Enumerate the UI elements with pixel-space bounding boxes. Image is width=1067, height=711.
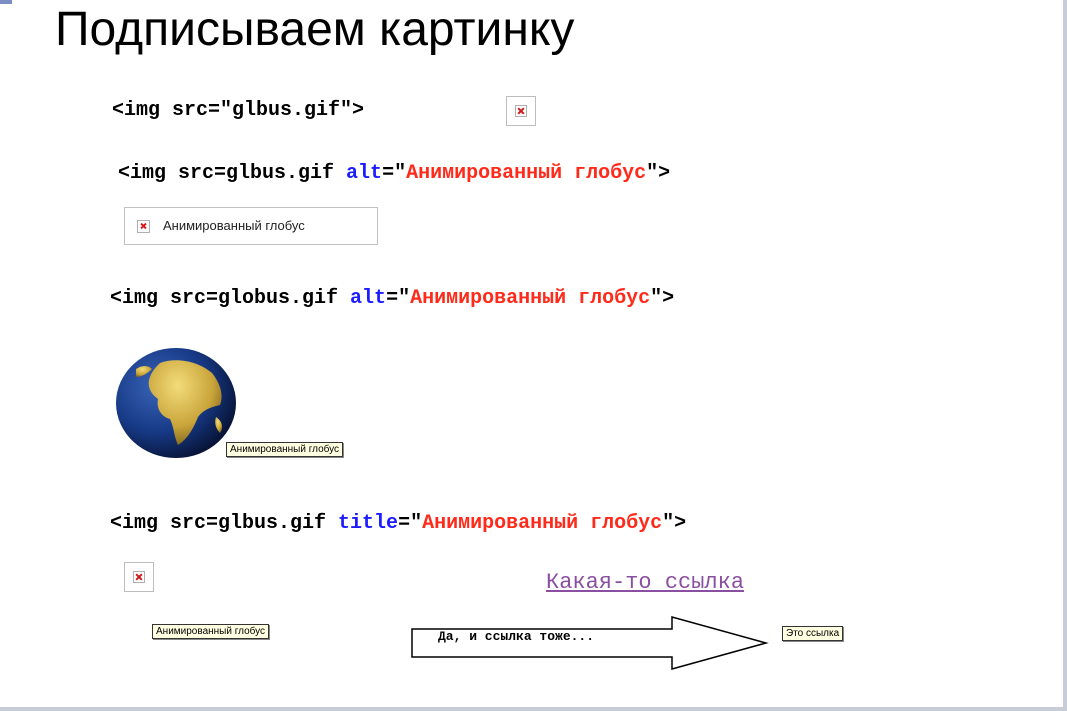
broken-image-placeholder-2 [124, 562, 154, 592]
code-line-2-attr: alt [346, 162, 383, 185]
alt-text-label: Анимированный глобус [163, 218, 305, 233]
broken-image-placeholder-1 [506, 96, 536, 126]
code-line-4-attr: title [338, 512, 399, 535]
code-line-4-eq: =" [398, 512, 423, 535]
code-line-3-attr: alt [350, 287, 387, 310]
code-line-3-close: "> [650, 287, 675, 310]
code-line-2-eq: =" [382, 162, 407, 185]
code-line-4: <img src=glbus.gif title="Анимированный … [110, 512, 686, 535]
code-line-2-value: Анимированный глобус [406, 162, 647, 185]
code-line-3-eq: =" [386, 287, 411, 310]
code-line-4-value: Анимированный глобус [422, 512, 663, 535]
globe-alt-tooltip: Анимированный глобус [226, 442, 344, 457]
code-line-3-tag: <img src=globus.gif [110, 287, 351, 310]
animated-globe-image [116, 348, 236, 458]
arrow-callout-text: Да, и ссылка тоже... [438, 629, 595, 644]
example-link[interactable]: Какая-то ссылка [546, 570, 744, 595]
code-line-2-tag: <img src=glbus.gif [118, 162, 347, 185]
code-line-2-close: "> [646, 162, 671, 185]
code-line-3: <img src=globus.gif alt="Анимированный г… [110, 287, 674, 310]
broken-image-icon [515, 105, 527, 117]
broken-image-icon [133, 571, 145, 583]
code-line-1: <img src="glbus.gif"> [112, 99, 365, 122]
slide-corner-mark [0, 0, 12, 4]
title-tooltip: Анимированный глобус [152, 624, 270, 639]
code-line-2: <img src=glbus.gif alt="Анимированный гл… [118, 162, 670, 185]
slide-title: Подписываем картинку [55, 3, 575, 56]
code-line-4-close: "> [662, 512, 687, 535]
code-line-4-tag: <img src=glbus.gif [110, 512, 339, 535]
broken-image-icon [137, 220, 150, 233]
slide-frame-bottom [0, 707, 1067, 711]
link-tooltip: Это ссылка [782, 626, 844, 641]
slide-frame-right [1063, 0, 1067, 711]
code-line-3-value: Анимированный глобус [410, 287, 651, 310]
alt-text-image-box: Анимированный глобус [124, 207, 378, 245]
